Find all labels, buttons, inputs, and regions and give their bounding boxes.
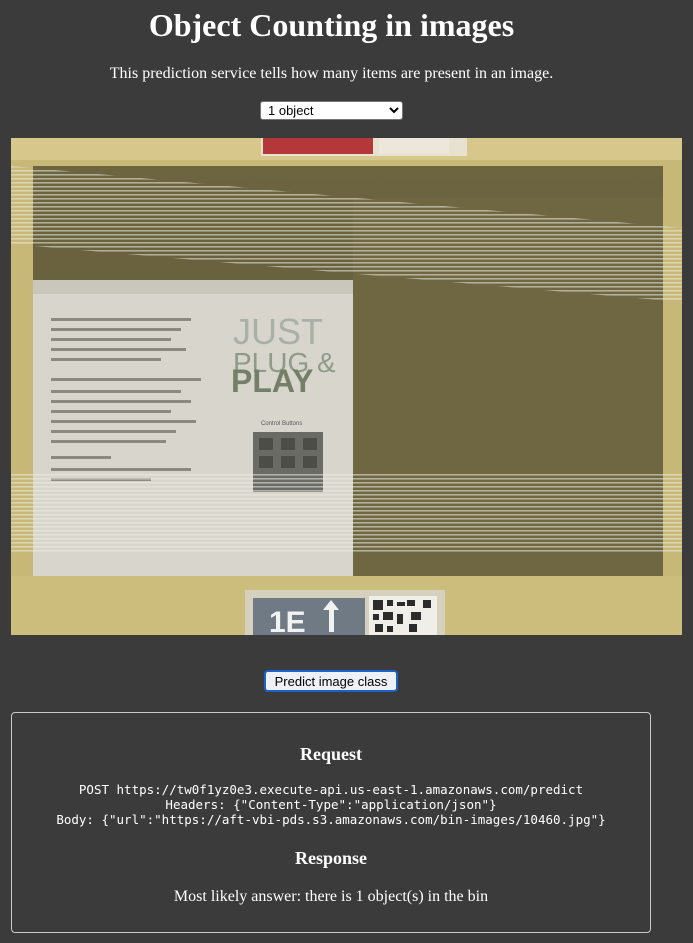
page-subtitle: This prediction service tells how many i… [109,65,554,82]
request-heading: Request [300,744,362,764]
object-count-select[interactable]: 1 object [260,101,403,120]
request-line-endpoint: POST https://tw0f1yz0e3.execute-api.us-e… [78,782,584,797]
request-details: POST https://tw0f1yz0e3.execute-api.us-e… [12,782,650,827]
bin-image: JUST PLUG & PLAY Control Buttons 1E [11,138,682,635]
result-panel: Request POST https://tw0f1yz0e3.execute-… [11,712,651,933]
response-text: Most likely answer: there is 1 object(s)… [173,888,489,905]
box-text-just: JUST [233,311,323,352]
response-heading: Response [294,848,367,868]
request-line-headers: Headers: {"Content-Type":"application/js… [165,797,497,812]
svg-text:1E: 1E [269,606,306,635]
box-panel-label: Control Buttons [261,421,302,427]
bin-location-label: 1E [245,590,445,635]
request-line-body: Body: {"url":"https://aft-vbi-pds.s3.ama… [56,812,606,827]
box-text-play: PLAY [231,363,313,399]
predict-button[interactable]: Predict image class [264,670,398,692]
page-title: Object Counting in images [148,7,515,43]
